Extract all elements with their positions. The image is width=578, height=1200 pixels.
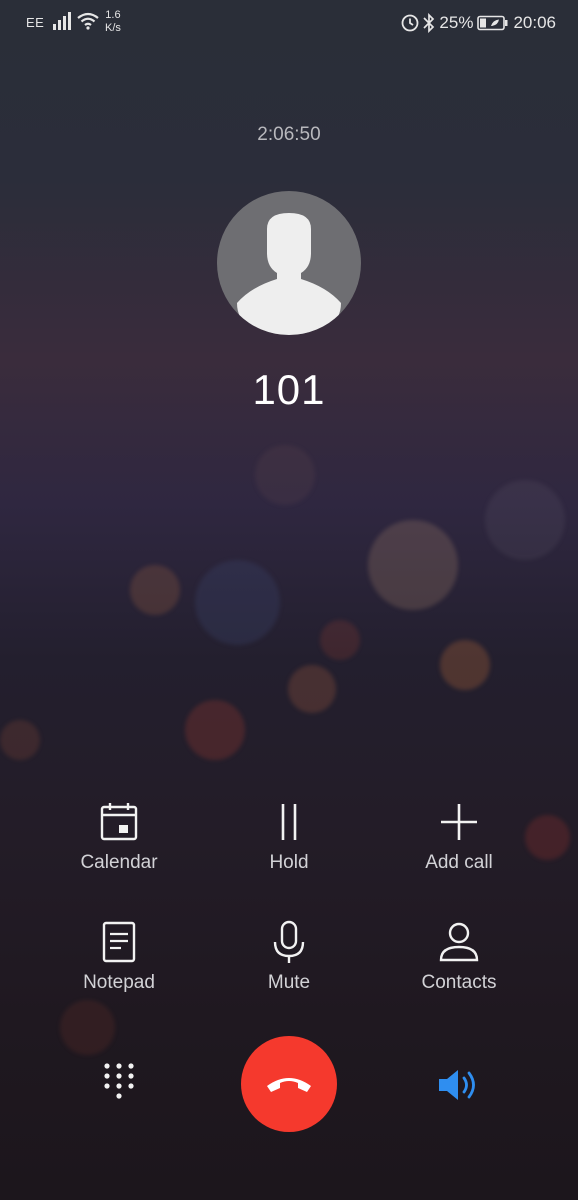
dialpad-icon: [104, 1063, 134, 1099]
bokeh-light: [368, 520, 458, 610]
bokeh-light: [288, 665, 336, 713]
bluetooth-icon: [423, 13, 435, 33]
bokeh-light: [60, 1000, 115, 1055]
battery-percent: 25%: [439, 13, 474, 32]
contacts-button[interactable]: Contacts: [374, 920, 544, 994]
contacts-icon: [439, 922, 479, 962]
microphone-icon: [273, 920, 305, 963]
speaker-icon: [439, 1070, 475, 1100]
status-right-group: 25% 20:06: [401, 11, 556, 35]
bokeh-light: [485, 480, 565, 560]
bokeh-light: [185, 700, 245, 760]
contacts-label: Contacts: [421, 972, 497, 993]
hold-label: Hold: [269, 852, 309, 873]
calendar-button[interactable]: Calendar: [34, 800, 204, 874]
bokeh-light: [0, 720, 40, 760]
end-call-button[interactable]: [241, 1036, 337, 1132]
status-bar: EE 1.6 K/s 25% 20:06: [0, 0, 578, 46]
hold-button[interactable]: Hold: [204, 800, 374, 874]
bokeh-light: [255, 445, 315, 505]
contact-avatar: [217, 191, 361, 335]
mute-label: Mute: [267, 972, 311, 993]
carrier-label: EE: [26, 15, 45, 30]
calendar-icon: [100, 803, 138, 841]
calendar-label: Calendar: [80, 852, 158, 873]
wifi-icon: [77, 12, 99, 30]
person-silhouette-icon: [237, 213, 341, 335]
add-call-button[interactable]: Add call: [374, 800, 544, 874]
signal-strength-icon: [53, 12, 71, 30]
clock: 20:06: [513, 13, 556, 32]
plus-icon: [441, 804, 477, 840]
battery-saver-icon: [477, 15, 508, 31]
notepad-label: Notepad: [83, 972, 155, 993]
call-duration: 2:06:50: [257, 124, 321, 145]
mute-button[interactable]: Mute: [204, 920, 374, 994]
network-speed-value: 1.6: [105, 9, 121, 21]
bokeh-light: [320, 620, 360, 660]
notepad-button[interactable]: Notepad: [34, 920, 204, 994]
bokeh-light: [130, 565, 180, 615]
add-call-label: Add call: [425, 852, 493, 873]
dialpad-button[interactable]: [98, 1060, 140, 1108]
caller-number: 101: [252, 366, 326, 413]
in-call-screen: EE 1.6 K/s 25% 20:06 2:06:50 101 Calenda…: [0, 0, 578, 1200]
network-speed-unit: K/s: [105, 22, 121, 34]
bokeh-light: [195, 560, 280, 645]
bokeh-light: [440, 640, 490, 690]
network-speed: 1.6 K/s: [105, 9, 121, 35]
notepad-icon: [102, 921, 136, 963]
end-call-icon: [267, 1078, 311, 1092]
pause-icon: [281, 804, 297, 840]
speaker-button[interactable]: [436, 1064, 482, 1106]
do-not-disturb-icon: [402, 14, 419, 32]
